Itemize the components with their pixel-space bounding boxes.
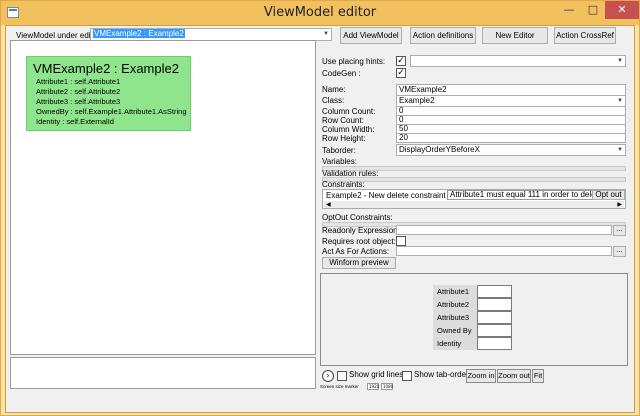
maximize-button[interactable]: □: [581, 1, 605, 19]
add-viewmodel-button[interactable]: Add ViewModel: [340, 27, 402, 44]
screen-size-marker-label: Screen size marker: [320, 384, 359, 389]
preview-label: Attribute1: [433, 285, 478, 298]
constraint-message[interactable]: Attribute1 must equal 111 in order to de…: [447, 190, 606, 200]
constraints-scrollbar[interactable]: ◀ ▶: [324, 201, 624, 208]
show-tab-order-checkbox[interactable]: [402, 371, 412, 381]
action-crossref-button[interactable]: Action CrossRef: [554, 27, 616, 44]
taborder-label: Taborder:: [322, 146, 356, 155]
requires-root-checkbox[interactable]: [396, 236, 406, 246]
chevron-down-icon: ▼: [617, 58, 623, 64]
scroll-right-icon[interactable]: ▶: [617, 201, 622, 208]
close-button[interactable]: ✕: [605, 1, 639, 19]
screen-height-field[interactable]: 1080: [381, 383, 393, 390]
codegen-label: CodeGen :: [322, 69, 361, 78]
constraints-label: Constraints:: [322, 180, 365, 189]
winform-preview-button[interactable]: Winform preview: [322, 257, 396, 269]
viewmodel-under-edit-label: ViewModel under edit:: [16, 31, 96, 40]
preview-label: Owned By: [433, 324, 478, 337]
use-placing-hints-checkbox[interactable]: ✓: [396, 56, 406, 66]
constraints-list[interactable]: Example2 - New delete constraint - Attri…: [322, 189, 626, 209]
screen-width-field[interactable]: 1920: [367, 383, 379, 390]
chevron-down-icon: ▼: [617, 147, 623, 153]
readonly-expression-browse-button[interactable]: ...: [613, 225, 626, 236]
preview-input[interactable]: [477, 298, 512, 311]
title-bar: ViewModel editor — □ ✕: [1, 1, 639, 25]
column-count-label: Column Count:: [322, 107, 376, 116]
taborder-select-value: DisplayOrderYBeforeX: [399, 145, 480, 154]
placing-hints-select[interactable]: ▼: [410, 55, 626, 67]
card-row[interactable]: Attribute1 : self.Attribute1: [33, 77, 190, 87]
codegen-checkbox[interactable]: ✓: [396, 68, 406, 78]
preview-input[interactable]: [477, 311, 512, 324]
card-row[interactable]: OwnedBy : self.Example1.Attribute1.AsStr…: [33, 107, 190, 117]
zoom-in-button[interactable]: Zoom in: [466, 369, 496, 383]
name-label: Name:: [322, 85, 346, 94]
card-row[interactable]: Attribute2 : self.Attribute2: [33, 87, 190, 97]
readonly-expression-label: Readonly Expression:: [322, 226, 400, 235]
show-grid-lines-label: Show grid lines: [349, 370, 404, 379]
taborder-select[interactable]: DisplayOrderYBeforeX ▼: [396, 144, 626, 156]
class-select-value: Example2: [399, 96, 435, 105]
column-width-label: Column Width:: [322, 125, 375, 134]
fit-button[interactable]: Fit: [532, 369, 544, 383]
card-row[interactable]: Attribute3 : self.Attribute3: [33, 97, 190, 107]
preview-input[interactable]: [477, 337, 512, 350]
show-grid-lines-checkbox[interactable]: [337, 371, 347, 381]
row-height-field[interactable]: 20: [396, 133, 626, 143]
bottom-panel[interactable]: [10, 357, 316, 389]
viewmodel-select-value: VMExample2 : Example2: [93, 29, 185, 38]
new-editor-button[interactable]: New Editor: [482, 27, 548, 44]
readonly-expression-field[interactable]: [396, 225, 612, 235]
scroll-left-icon[interactable]: ◀: [326, 201, 331, 208]
arrow-right-circle-icon[interactable]: ›: [322, 370, 334, 382]
preview-label: Attribute2: [433, 298, 478, 311]
window-title: ViewModel editor: [263, 5, 377, 20]
minimize-button[interactable]: —: [557, 1, 581, 19]
act-as-browse-button[interactable]: ...: [613, 246, 626, 257]
class-label: Class:: [322, 96, 345, 105]
client-area: ViewModel under edit: VMExample2 : Examp…: [5, 25, 635, 413]
preview-input[interactable]: [477, 285, 512, 298]
variables-label: Variables:: [322, 157, 357, 166]
act-as-label: Act As For Actions:: [322, 247, 390, 256]
preview-label: Attribute3: [433, 311, 478, 324]
design-canvas[interactable]: VMExample2 : Example2 Attribute1 : self.…: [10, 40, 316, 355]
row-count-label: Row Count:: [322, 116, 364, 125]
preview-label: Identity: [433, 337, 478, 350]
requires-root-label: Requires root object:: [322, 237, 396, 246]
zoom-out-button[interactable]: Zoom out: [497, 369, 531, 383]
viewmodel-card[interactable]: VMExample2 : Example2 Attribute1 : self.…: [26, 56, 191, 131]
chevron-down-icon: ▼: [617, 98, 623, 104]
opt-out-button[interactable]: Opt out: [592, 190, 625, 200]
winform-preview-panel: Attribute1 Attribute2 Attribute3 Owned B…: [320, 273, 628, 366]
act-as-field[interactable]: [396, 246, 612, 256]
viewmodel-editor-window: ViewModel editor — □ ✕ ViewModel under e…: [0, 0, 640, 416]
optout-constraints-label: OptOut Constraints:: [322, 213, 393, 222]
card-title: VMExample2 : Example2: [33, 61, 179, 76]
use-placing-hints-label: Use placing hints:: [322, 57, 386, 66]
row-height-label: Row Height:: [322, 134, 366, 143]
preview-input[interactable]: [477, 324, 512, 337]
card-row[interactable]: Identity : self.ExternalId: [33, 117, 190, 127]
chevron-down-icon: ▼: [323, 31, 329, 37]
constraint-name: Example2 - New delete constraint -: [326, 191, 451, 200]
show-tab-order-label: Show tab-order: [414, 370, 469, 379]
validation-rules-list[interactable]: [322, 177, 626, 182]
action-definitions-button[interactable]: Action definitions: [410, 27, 476, 44]
